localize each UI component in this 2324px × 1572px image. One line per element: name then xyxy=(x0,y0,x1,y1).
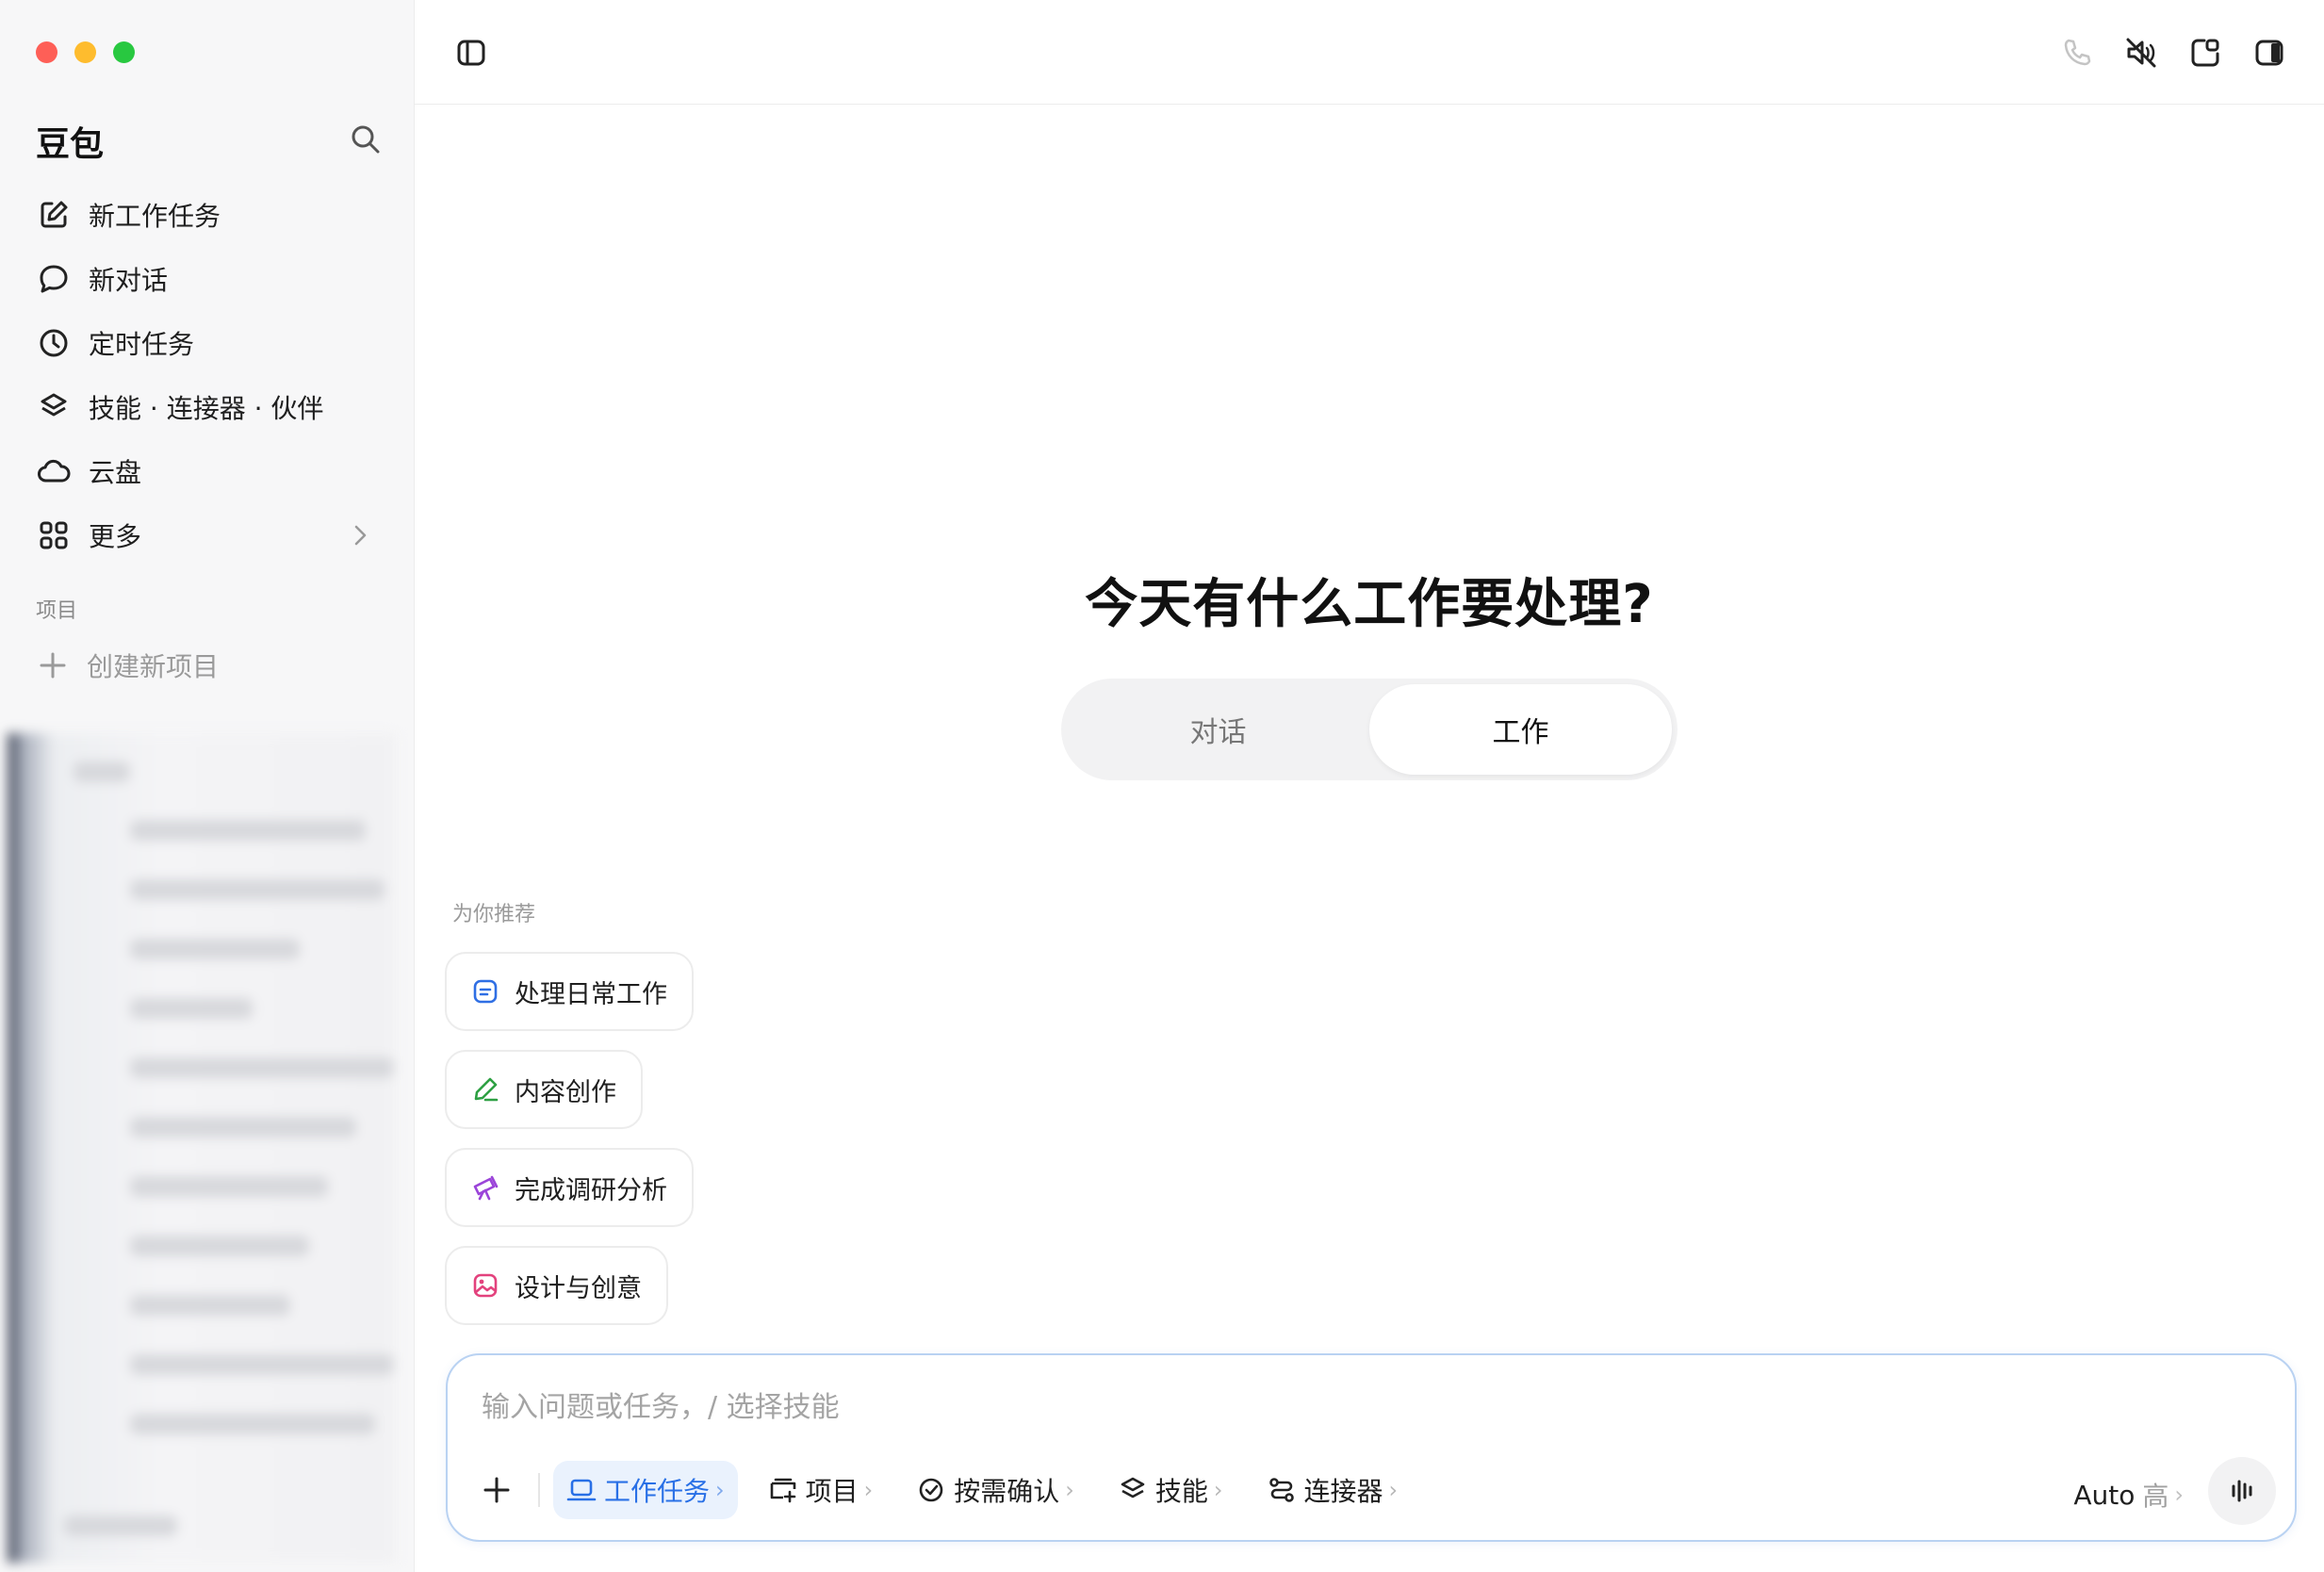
document-icon xyxy=(469,975,501,1007)
chevron-right-icon xyxy=(347,522,373,549)
toggle-sidebar-button[interactable] xyxy=(452,34,490,72)
cloud-icon xyxy=(36,453,72,489)
confirm-on-demand-button[interactable]: 按需确认 › xyxy=(903,1461,1088,1519)
folder-plus-icon xyxy=(768,1475,798,1505)
chevron-right-icon: › xyxy=(1213,1477,1223,1503)
layers-icon xyxy=(1118,1475,1148,1505)
composer: 工作任务 › 项目 › 按需确认 › xyxy=(446,1353,2297,1542)
sidebar-item-scheduled-tasks[interactable]: 定时任务 xyxy=(21,311,396,375)
right-panel-icon xyxy=(2252,36,2286,70)
tab-chat[interactable]: 对话 xyxy=(1067,684,1369,775)
sidebar-item-label: 云盘 xyxy=(89,457,142,488)
new-window-button[interactable] xyxy=(2186,34,2224,72)
app-title: 豆包 xyxy=(36,125,105,164)
recommendation-label: 完成调研分析 xyxy=(515,1175,667,1205)
sidebar-item-label: 技能 · 连接器 · 伙伴 xyxy=(89,393,324,424)
sidebar-item-cloud-drive[interactable]: 云盘 xyxy=(21,439,396,503)
recommendation-daily-work[interactable]: 处理日常工作 xyxy=(445,952,694,1031)
close-window-button[interactable] xyxy=(36,41,57,63)
tool-label: 连接器 xyxy=(1303,1476,1383,1507)
main-panel: 今天有什么工作要处理? 对话 工作 为你推荐 处理日常工作 内容创作 完成调研分… xyxy=(415,0,2324,1572)
sidebar-nav: 新工作任务 新对话 定时任务 技能 · 连接器 · 伙伴 云盘 更多 xyxy=(21,183,396,567)
model-level: 高 xyxy=(2142,1481,2169,1512)
waveform-icon xyxy=(2225,1474,2259,1508)
sidebar-item-new-chat[interactable]: 新对话 xyxy=(21,247,396,311)
telescope-icon xyxy=(469,1171,501,1204)
model-selector[interactable]: Auto 高 › xyxy=(2073,1476,2184,1514)
recommendations-label: 为你推荐 xyxy=(452,903,536,926)
plus-icon xyxy=(480,1473,514,1507)
minimize-window-button[interactable] xyxy=(74,41,96,63)
tool-label: 技能 xyxy=(1154,1476,1208,1507)
recommendation-research[interactable]: 完成调研分析 xyxy=(445,1148,694,1227)
toolbar-divider xyxy=(538,1473,540,1507)
pencil-icon xyxy=(469,1073,501,1105)
tool-label: 工作任务 xyxy=(604,1476,711,1507)
toggle-right-panel-button[interactable] xyxy=(2250,34,2288,72)
app-window: 豆包 新工作任务 新对话 定时任务 技能 · 连接器 · 伙伴 云盘 更多 项目… xyxy=(0,0,2324,1572)
chat-bubble-icon xyxy=(36,261,72,297)
window-controls xyxy=(36,41,135,63)
chevron-right-icon: › xyxy=(1388,1477,1399,1503)
connector-icon xyxy=(1267,1475,1297,1505)
recommendation-label: 内容创作 xyxy=(515,1077,616,1107)
check-circle-icon xyxy=(916,1475,946,1505)
phone-icon xyxy=(2060,36,2094,70)
chevron-right-icon: › xyxy=(863,1477,874,1503)
recommendation-design[interactable]: 设计与创意 xyxy=(445,1246,668,1325)
connectors-button[interactable]: 连接器 › xyxy=(1253,1461,1412,1519)
phone-call-button[interactable] xyxy=(2058,34,2096,72)
top-toolbar xyxy=(415,0,2324,105)
chevron-right-icon: › xyxy=(2174,1482,2184,1508)
sidebar-item-new-work-task[interactable]: 新工作任务 xyxy=(21,183,396,247)
attach-button[interactable] xyxy=(470,1464,523,1516)
composer-toolbar: 工作任务 › 项目 › 按需确认 › 技能 › 连接器 › xyxy=(470,1461,1428,1519)
plus-icon xyxy=(36,648,70,682)
edit-icon xyxy=(36,197,72,233)
sidebar-item-label: 更多 xyxy=(89,521,142,552)
create-project-label: 创建新项目 xyxy=(87,651,220,682)
image-icon xyxy=(469,1269,501,1302)
sidebar-item-label: 新对话 xyxy=(89,265,169,296)
chevron-right-icon: › xyxy=(715,1477,725,1503)
laptop-icon xyxy=(566,1475,597,1505)
zoom-window-button[interactable] xyxy=(113,41,135,63)
sidebar: 豆包 新工作任务 新对话 定时任务 技能 · 连接器 · 伙伴 云盘 更多 项目… xyxy=(0,0,415,1572)
mute-button[interactable] xyxy=(2122,34,2160,72)
chevron-right-icon: › xyxy=(1065,1477,1074,1503)
sidebar-item-label: 定时任务 xyxy=(89,329,195,360)
work-task-mode-button[interactable]: 工作任务 › xyxy=(553,1461,738,1519)
tool-label: 项目 xyxy=(805,1476,859,1507)
create-project-button[interactable]: 创建新项目 xyxy=(36,647,219,684)
grid-icon xyxy=(36,517,72,553)
voice-input-button[interactable] xyxy=(2208,1457,2276,1525)
sidebar-item-label: 新工作任务 xyxy=(89,201,221,232)
project-selector-button[interactable]: 项目 › xyxy=(755,1461,887,1519)
clock-icon xyxy=(36,325,72,361)
sidebar-item-skills-connectors[interactable]: 技能 · 连接器 · 伙伴 xyxy=(21,375,396,439)
recommendation-content-creation[interactable]: 内容创作 xyxy=(445,1050,643,1129)
search-icon[interactable] xyxy=(347,121,385,158)
projects-section-label: 项目 xyxy=(36,599,78,623)
chat-history-list xyxy=(8,733,396,1563)
tab-work[interactable]: 工作 xyxy=(1369,684,1672,775)
sidebar-toggle-icon xyxy=(454,36,488,70)
page-headline: 今天有什么工作要处理? xyxy=(1085,574,1654,635)
skills-button[interactable]: 技能 › xyxy=(1105,1461,1236,1519)
tool-label: 按需确认 xyxy=(954,1476,1060,1507)
layers-icon xyxy=(36,389,72,425)
mode-toggle: 对话 工作 xyxy=(1061,679,1678,780)
model-name: Auto xyxy=(2073,1479,2136,1511)
speaker-muted-icon xyxy=(2124,36,2158,70)
window-badge-icon xyxy=(2188,36,2222,70)
recommendation-label: 设计与创意 xyxy=(515,1273,642,1303)
task-input[interactable] xyxy=(482,1384,1895,1431)
recommendation-label: 处理日常工作 xyxy=(515,979,667,1009)
sidebar-item-more[interactable]: 更多 xyxy=(21,503,396,567)
